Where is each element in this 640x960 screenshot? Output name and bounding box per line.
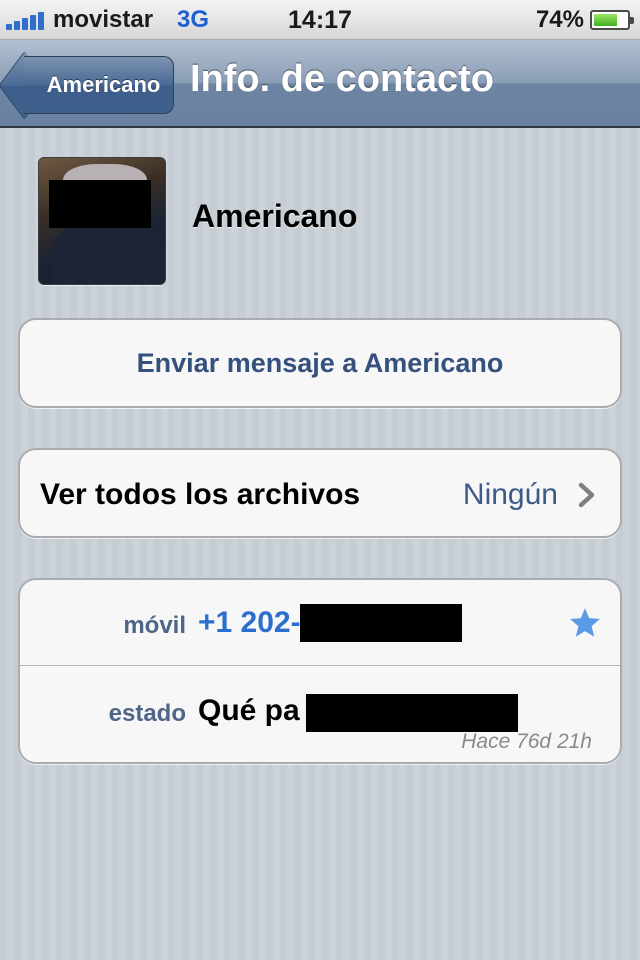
star-icon[interactable] — [568, 606, 602, 640]
chevron-right-icon — [578, 482, 595, 508]
view-files-label: Ver todos los archivos — [40, 478, 361, 511]
back-button-label: Americano — [46, 72, 161, 97]
redaction-block — [306, 694, 518, 732]
phone-label: móvil — [123, 612, 186, 639]
back-button[interactable]: Americano — [24, 56, 174, 114]
status-label: estado — [108, 700, 186, 727]
send-message-label: Enviar mensaje a Americano — [136, 347, 504, 378]
redaction-block — [300, 604, 462, 642]
contact-avatar[interactable] — [38, 157, 166, 285]
view-files-row[interactable]: Ver todos los archivos Ningún — [18, 448, 622, 538]
page-title: Info. de contacto — [190, 58, 494, 100]
phone-number[interactable]: +1 202- — [198, 606, 301, 640]
redaction-block — [49, 180, 151, 228]
battery-percentage: 74% — [535, 6, 584, 33]
status-bar: movistar 3G 14:17 74% — [0, 0, 640, 40]
contact-details: móvil +1 202- estado Qué pa Hace 76d 21h — [18, 578, 622, 764]
battery-icon — [590, 10, 634, 30]
status-timestamp: Hace 76d 21h — [461, 730, 592, 753]
send-message-button[interactable]: Enviar mensaje a Americano — [18, 318, 622, 408]
status-text: Qué pa — [198, 694, 300, 727]
view-files-value: Ningún — [462, 478, 558, 511]
navigation-bar: Americano Info. de contacto — [0, 40, 640, 128]
phone-row[interactable]: móvil +1 202- — [20, 580, 620, 666]
status-row: estado Qué pa Hace 76d 21h — [20, 666, 620, 762]
contact-name: Americano — [192, 198, 358, 234]
